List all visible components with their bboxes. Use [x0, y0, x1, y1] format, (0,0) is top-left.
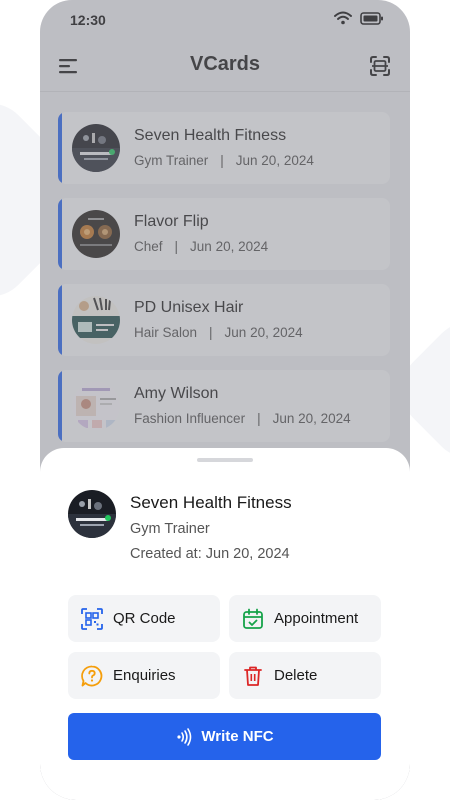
sheet-vcard-role: Gym Trainer: [130, 521, 210, 537]
question-chat-icon: [81, 665, 103, 686]
trash-icon: [244, 666, 262, 686]
sheet-vcard-name: Seven Health Fitness: [130, 493, 292, 512]
phone-screen: 12:30 VCards Seven Health Fitness Gym Tr…: [40, 0, 410, 800]
sheet-drag-handle[interactable]: [197, 458, 253, 462]
calendar-check-icon: [243, 608, 263, 629]
delete-button[interactable]: Delete: [229, 652, 381, 699]
bottom-sheet: Seven Health Fitness Gym Trainer Created…: [40, 448, 410, 800]
nfc-icon: [177, 727, 192, 746]
appointment-label: Appointment: [274, 610, 359, 627]
write-nfc-button[interactable]: Write NFC: [68, 713, 381, 760]
sheet-created-date: Created at: Jun 20, 2024: [130, 546, 290, 562]
enquiries-button[interactable]: Enquiries: [68, 652, 220, 699]
delete-label: Delete: [274, 667, 318, 684]
qr-code-label: QR Code: [113, 610, 176, 627]
vcard-avatar: [68, 490, 116, 538]
appointment-button[interactable]: Appointment: [229, 595, 381, 642]
write-nfc-label: Write NFC: [201, 728, 274, 745]
enquiries-label: Enquiries: [113, 667, 176, 684]
qr-code-button[interactable]: QR Code: [68, 595, 220, 642]
qr-code-icon: [81, 607, 103, 630]
